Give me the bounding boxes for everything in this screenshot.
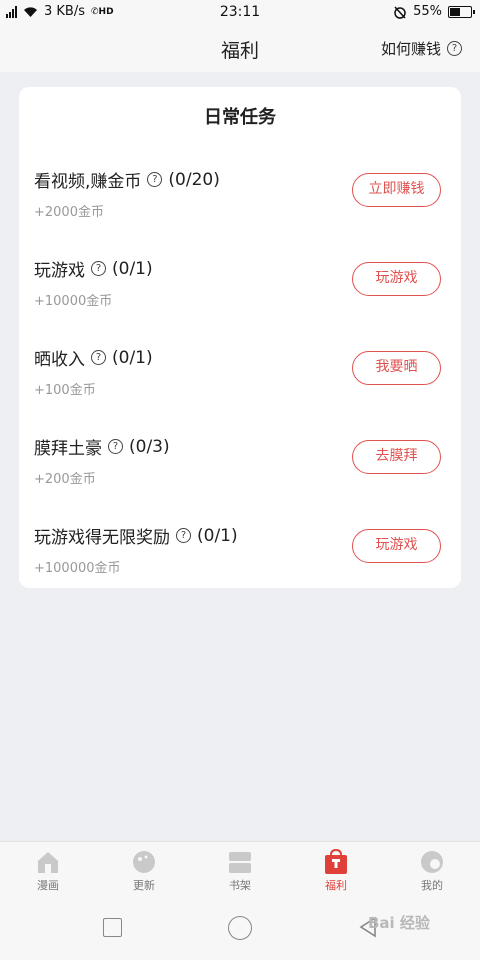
profile-icon (421, 851, 443, 873)
task-reward: +100000金币 (34, 561, 121, 576)
task-action-button[interactable]: 我要晒 (352, 351, 441, 385)
task-action-button[interactable]: 去膜拜 (352, 440, 441, 474)
daily-tasks-card: 日常任务 看视频,赚金币 ? (0/20) +2000金币 立即赚钱 玩游戏 ?… (19, 87, 461, 588)
task-action-button[interactable]: 玩游戏 (352, 262, 441, 296)
gift-bag-icon (325, 849, 347, 874)
nav-label: 漫画 (37, 879, 59, 892)
task-row: 晒收入 ? (0/1) +100金币 我要晒 (19, 345, 461, 425)
task-name: 玩游戏 ? (0/1) (34, 256, 153, 282)
page-header: 福利 如何赚钱 ? (0, 26, 480, 72)
nav-item-updates[interactable]: 更新 (96, 849, 192, 893)
task-name: 膜拜土豪 ? (0/3) (34, 434, 170, 460)
system-nav-bar: Bai 经验 (0, 896, 480, 960)
task-progress: (0/1) (197, 525, 238, 546)
question-circle-icon[interactable]: ? (176, 528, 191, 543)
task-title: 看视频,赚金币 (34, 172, 142, 192)
nav-item-welfare[interactable]: 福利 (288, 849, 384, 893)
question-circle-icon[interactable]: ? (108, 439, 123, 454)
task-title: 玩游戏 (34, 261, 85, 281)
task-name: 晒收入 ? (0/1) (34, 345, 153, 371)
daily-tasks-title: 日常任务 (204, 107, 276, 128)
bottom-nav: 漫画 更新 书架 福利 我的 (0, 841, 480, 896)
nav-label: 更新 (133, 879, 155, 892)
question-circle-icon: ? (447, 41, 462, 56)
recent-apps-button[interactable] (103, 918, 122, 937)
task-row: 膜拜土豪 ? (0/3) +200金币 去膜拜 (19, 434, 461, 514)
nav-item-mine[interactable]: 我的 (384, 849, 480, 893)
how-to-earn-button[interactable]: 如何赚钱 ? (381, 38, 462, 59)
task-reward: +100金币 (34, 383, 96, 398)
task-progress: (0/20) (168, 169, 220, 190)
task-name: 看视频,赚金币 ? (0/20) (34, 167, 220, 193)
question-circle-icon[interactable]: ? (91, 261, 106, 276)
task-title: 玩游戏得无限奖励 (34, 528, 170, 548)
question-circle-icon[interactable]: ? (147, 172, 163, 187)
task-row: 玩游戏得无限奖励 ? (0/1) +100000金币 玩游戏 (19, 523, 461, 603)
bookshelf-icon (229, 852, 251, 873)
task-row: 玩游戏 ? (0/1) +10000金币 玩游戏 (19, 256, 461, 336)
home-button[interactable] (228, 916, 252, 940)
task-progress: (0/1) (112, 258, 153, 279)
battery-icon (448, 5, 475, 18)
task-action-button[interactable]: 玩游戏 (352, 529, 441, 563)
status-bar: 3 KB/s ✆HD 23:11 55% (0, 0, 480, 26)
task-name: 玩游戏得无限奖励 ? (0/1) (34, 523, 238, 549)
nav-label: 书架 (229, 879, 251, 892)
how-to-earn-label: 如何赚钱 (380, 40, 441, 58)
task-title: 晒收入 (34, 350, 85, 370)
status-right: 55% (393, 4, 475, 19)
house-icon (38, 852, 58, 873)
watermark: Bai 经验 (368, 914, 430, 932)
task-reward: +10000金币 (34, 294, 113, 309)
task-title: 膜拜土豪 (34, 439, 102, 459)
task-reward: +200金币 (34, 472, 96, 487)
task-row: 看视频,赚金币 ? (0/20) +2000金币 立即赚钱 (19, 167, 461, 247)
alarm-off-icon (394, 5, 406, 19)
task-progress: (0/3) (129, 436, 170, 457)
clock-ball-icon (133, 851, 155, 873)
battery-percent: 55% (413, 4, 442, 19)
question-circle-icon[interactable]: ? (91, 350, 106, 365)
nav-label: 我的 (421, 879, 443, 892)
nav-item-comics[interactable]: 漫画 (0, 849, 96, 893)
nav-label: 福利 (325, 879, 347, 892)
task-progress: (0/1) (112, 347, 153, 368)
task-action-button[interactable]: 立即赚钱 (352, 173, 441, 207)
nav-item-bookshelf[interactable]: 书架 (192, 849, 288, 893)
task-reward: +2000金币 (34, 205, 104, 220)
